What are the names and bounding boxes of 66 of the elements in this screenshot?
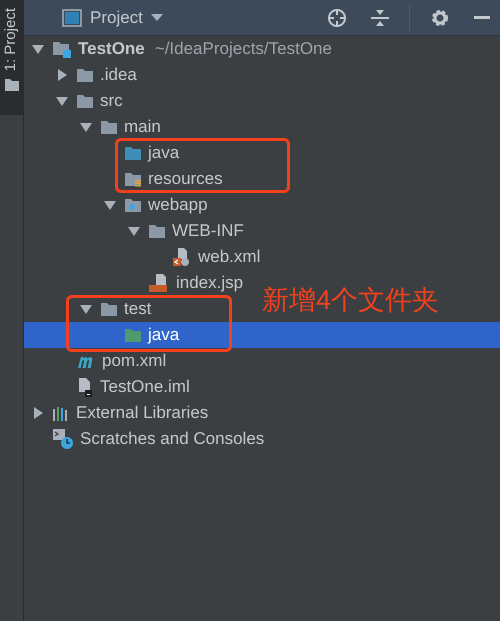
annotation-text: 新增4个文件夹 <box>262 284 440 317</box>
tree-item-label: java <box>148 324 180 346</box>
tree-item[interactable]: resources <box>102 166 223 192</box>
window-icon <box>62 8 82 26</box>
tree-item[interactable]: TestOne ~/IdeaProjects/TestOne <box>30 36 332 62</box>
tree-item[interactable]: src <box>54 88 123 114</box>
tree-item-label: web.xml <box>198 246 260 268</box>
tree-item[interactable]: WEB-INF <box>126 218 244 244</box>
tree-item[interactable]: pom.xml <box>54 348 166 374</box>
expanded-arrow-icon[interactable] <box>80 121 92 133</box>
tree-item[interactable]: java <box>102 140 180 166</box>
tree-item-label: Scratches and Consoles <box>80 428 264 450</box>
folder-icon <box>124 327 142 343</box>
tree-item-label: TestOne.iml <box>100 376 190 398</box>
tree-item-label: index.jsp <box>176 272 244 294</box>
tree-item-label: WEB-INF <box>172 220 244 242</box>
tree-item-label: TestOne <box>78 38 145 60</box>
resources-folder-icon <box>124 171 142 187</box>
panel-title[interactable]: Project <box>90 4 143 30</box>
xml-file-icon <box>172 247 192 267</box>
tree-item[interactable]: test <box>78 296 152 322</box>
crosshair-icon[interactable] <box>327 8 347 28</box>
tree-item[interactable]: web.xml <box>150 244 260 270</box>
tree-item-label: src <box>100 90 123 112</box>
expanded-arrow-icon[interactable] <box>80 303 92 315</box>
expanded-arrow-icon[interactable] <box>104 199 116 211</box>
web-folder-icon <box>124 197 142 213</box>
tree-item-label: pom.xml <box>102 350 166 372</box>
collapse-all-icon[interactable] <box>371 8 389 28</box>
project-side-tab[interactable]: 1: Project <box>0 0 23 115</box>
caret-icon[interactable] <box>150 14 163 22</box>
folder-icon <box>148 223 166 239</box>
tree-item-label: test <box>124 298 152 320</box>
file-icon <box>76 377 94 397</box>
tree-item[interactable]: TestOne.iml <box>54 374 190 400</box>
tree-item-label: main <box>124 116 161 138</box>
scratches-clock-icon <box>52 428 74 450</box>
tree-item-label: External Libraries <box>76 402 208 424</box>
module-folder-icon <box>52 40 72 58</box>
folder-icon <box>4 79 18 92</box>
folder-icon <box>76 93 94 109</box>
tree-item-label: resources <box>148 168 223 190</box>
tree-item[interactable]: java <box>102 322 180 348</box>
minimize-icon[interactable] <box>474 16 490 20</box>
tree-item-label: java <box>148 142 180 164</box>
tree-item[interactable]: webapp <box>102 192 208 218</box>
collapsed-arrow-icon[interactable] <box>56 69 68 81</box>
tree-item[interactable]: .idea <box>54 62 137 88</box>
project-path: ~/IdeaProjects/TestOne <box>154 38 332 60</box>
folder-icon <box>100 301 118 317</box>
expanded-arrow-icon[interactable] <box>32 43 44 55</box>
collapsed-arrow-icon[interactable] <box>32 407 44 419</box>
expanded-arrow-icon[interactable] <box>56 95 68 107</box>
tree-item-label: .idea <box>100 64 137 86</box>
folder-icon <box>76 67 94 83</box>
jsp-file-icon <box>148 273 170 293</box>
tree-item[interactable]: External Libraries <box>30 400 208 426</box>
folder-icon <box>124 145 142 161</box>
tree-item[interactable]: Scratches and Consoles <box>30 426 264 452</box>
expanded-arrow-icon[interactable] <box>128 225 140 237</box>
tree-item[interactable]: main <box>78 114 161 140</box>
tree-item-label: webapp <box>148 194 208 216</box>
tree-item[interactable]: index.jsp <box>126 270 244 296</box>
folder-icon <box>100 119 118 135</box>
libraries-icon <box>52 405 70 421</box>
settings-icon[interactable] <box>430 8 450 28</box>
